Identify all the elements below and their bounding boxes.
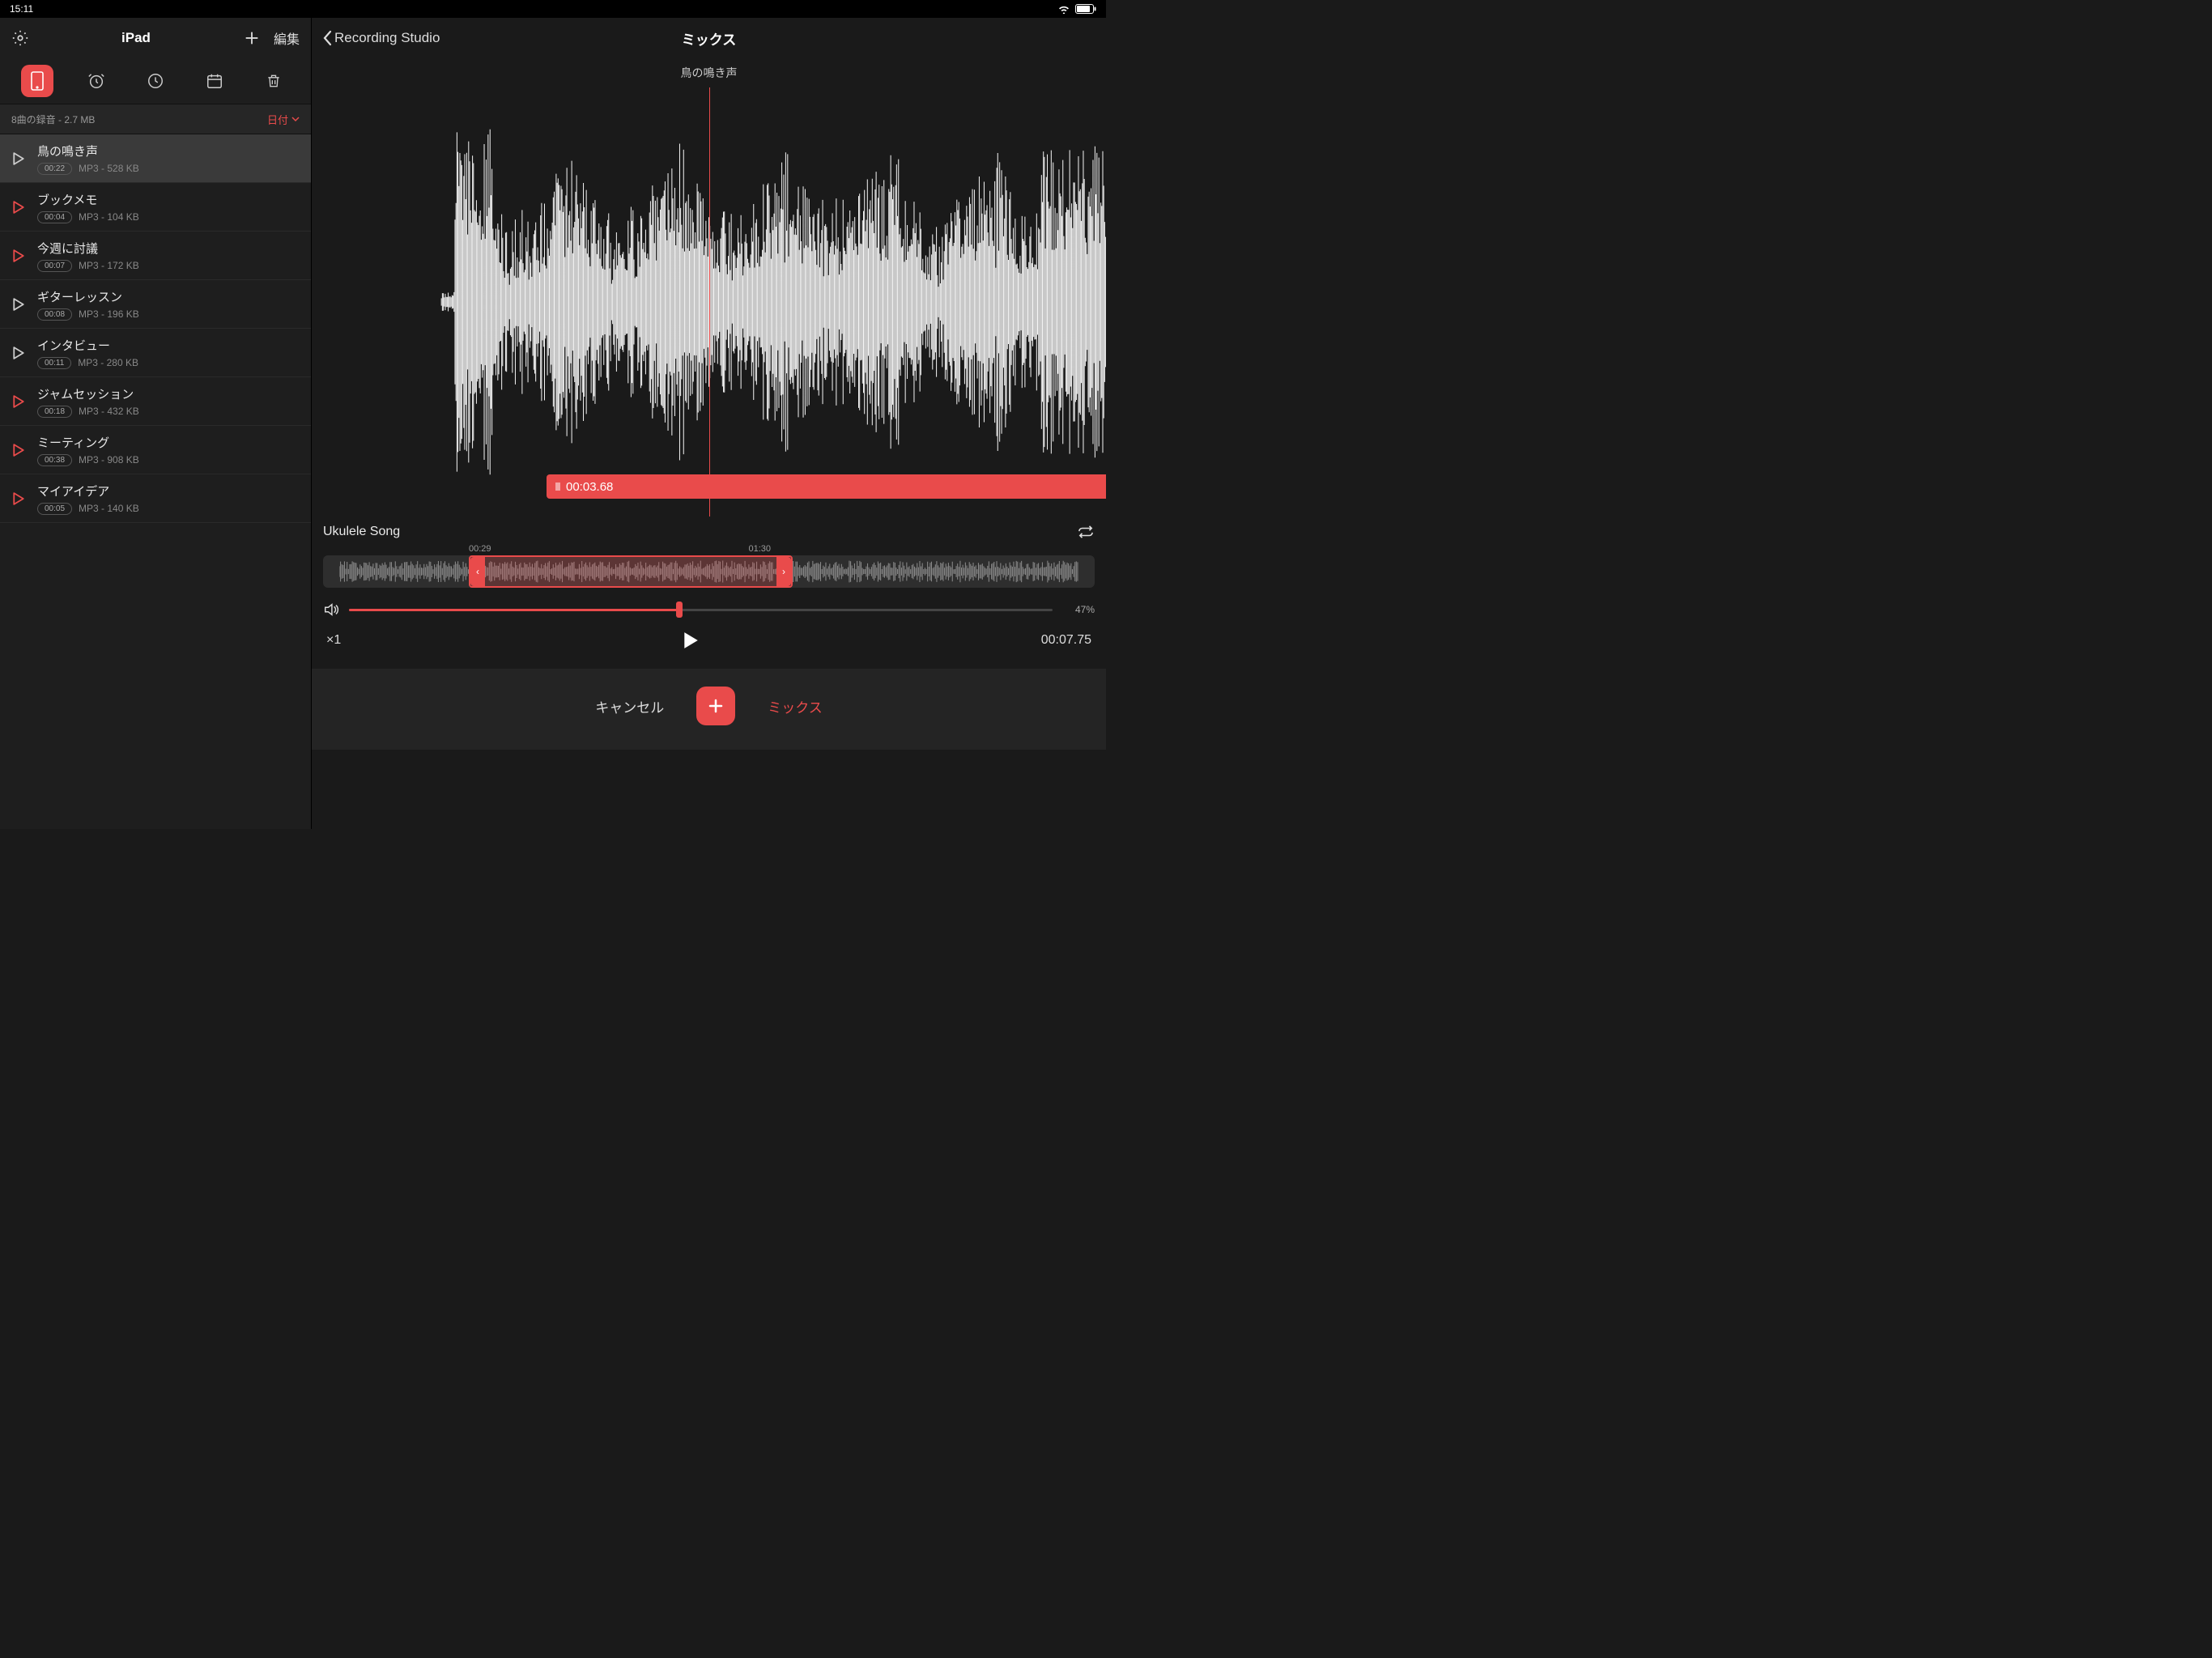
sidebar-title: iPad (29, 30, 243, 46)
play-icon[interactable] (11, 346, 26, 359)
time-badge[interactable]: 00:03.68 (547, 474, 1106, 499)
chevron-left-icon (321, 30, 333, 46)
recording-title: ブックメモ (37, 191, 139, 208)
volume-thumb[interactable] (676, 602, 683, 618)
list-item[interactable]: ギターレッスン 00:08 MP3 - 196 KB (0, 280, 311, 329)
play-icon[interactable] (11, 395, 26, 408)
mix-time-labels: 00:29 01:30 (323, 544, 1095, 554)
tab-history[interactable] (139, 65, 172, 97)
volume-row: 47% (323, 602, 1095, 617)
recording-duration: 00:07 (37, 260, 72, 272)
mix-start-time: 00:29 (469, 544, 491, 554)
loop-icon[interactable] (1077, 525, 1095, 539)
sort-dropdown[interactable]: 日付 (267, 112, 300, 127)
plus-icon (706, 696, 725, 716)
recording-meta: MP3 - 908 KB (79, 454, 139, 466)
tab-alarm[interactable] (80, 65, 113, 97)
play-icon[interactable] (11, 444, 26, 457)
action-bar: キャンセル ミックス (312, 669, 1106, 750)
recording-duration: 00:22 (37, 163, 72, 175)
tab-trash[interactable] (257, 65, 290, 97)
main-header: Recording Studio ミックス (312, 18, 1106, 58)
volume-fill (349, 609, 679, 611)
wifi-icon (1057, 4, 1070, 14)
volume-slider[interactable] (349, 609, 1053, 611)
tab-device[interactable] (21, 65, 53, 97)
main-panel: Recording Studio ミックス 鳥の鳴き声 00:03.68 Uku… (312, 18, 1106, 829)
list-item[interactable]: ブックメモ 00:04 MP3 - 104 KB (0, 183, 311, 232)
recording-meta: MP3 - 196 KB (79, 308, 139, 320)
list-item[interactable]: 鳥の鳴き声 00:22 MP3 - 528 KB (0, 134, 311, 183)
playback-speed[interactable]: ×1 (326, 633, 341, 648)
recording-duration: 00:38 (37, 454, 72, 466)
recording-meta: MP3 - 432 KB (79, 406, 139, 417)
add-button[interactable] (696, 687, 735, 725)
sidebar-info-row: 8曲の録音 - 2.7 MB 日付 (0, 104, 311, 134)
battery-icon (1075, 4, 1096, 14)
mix-track-name: Ukulele Song (323, 525, 400, 539)
recording-title: ギターレッスン (37, 288, 139, 305)
recording-title: 鳥の鳴き声 (37, 142, 139, 159)
waveform-section: 鳥の鳴き声 00:03.68 (312, 58, 1106, 517)
recording-title: ミーティング (37, 434, 139, 451)
list-item[interactable]: 今週に討議 00:07 MP3 - 172 KB (0, 232, 311, 280)
plus-icon[interactable] (243, 29, 261, 47)
mix-waveform[interactable]: ‹ › (323, 555, 1095, 588)
playback-row: ×1 00:07.75 (323, 631, 1095, 649)
play-icon[interactable] (11, 152, 26, 165)
status-time: 15:11 (10, 3, 33, 15)
play-icon[interactable] (11, 298, 26, 311)
play-icon[interactable] (683, 631, 699, 649)
status-bar: 15:11 (0, 0, 1106, 18)
recording-title: マイアイデア (37, 483, 139, 500)
back-button[interactable]: Recording Studio (321, 30, 440, 46)
playhead[interactable] (709, 87, 710, 517)
recording-meta: MP3 - 172 KB (79, 260, 139, 271)
mix-selection[interactable]: ‹ › (469, 555, 793, 588)
recording-title: 今週に討議 (37, 240, 139, 257)
volume-percent: 47% (1062, 604, 1095, 615)
recording-duration: 00:11 (37, 357, 71, 369)
recording-duration: 00:08 (37, 308, 72, 321)
list-item[interactable]: ミーティング 00:38 MP3 - 908 KB (0, 426, 311, 474)
recording-meta: MP3 - 280 KB (78, 357, 138, 368)
recording-meta: MP3 - 528 KB (79, 163, 139, 174)
recording-duration: 00:05 (37, 503, 72, 515)
list-item[interactable]: マイアイデア 00:05 MP3 - 140 KB (0, 474, 311, 523)
volume-icon[interactable] (323, 602, 339, 617)
playback-time: 00:07.75 (1041, 633, 1091, 648)
tab-calendar[interactable] (198, 65, 231, 97)
selection-handle-left[interactable]: ‹ (470, 557, 485, 586)
play-icon[interactable] (11, 249, 26, 262)
sidebar: iPad 編集 8曲の録音 - 2.7 MB (0, 18, 312, 829)
recording-title: ジャムセッション (37, 385, 139, 402)
mix-button[interactable]: ミックス (768, 696, 823, 716)
recording-duration: 00:18 (37, 406, 72, 418)
waveform-canvas[interactable]: 00:03.68 (312, 87, 1106, 517)
recording-list[interactable]: 鳥の鳴き声 00:22 MP3 - 528 KB ブックメモ 00:04 MP3… (0, 134, 311, 829)
page-title: ミックス (682, 28, 737, 49)
status-right (1057, 4, 1096, 14)
mix-section: Ukulele Song 00:29 01:30 ‹ › (312, 517, 1106, 649)
chevron-down-icon (291, 116, 300, 122)
cancel-button[interactable]: キャンセル (595, 696, 664, 716)
play-icon[interactable] (11, 492, 26, 505)
list-item[interactable]: インタビュー 00:11 MP3 - 280 KB (0, 329, 311, 377)
recording-title: インタビュー (37, 337, 138, 354)
sidebar-header: iPad 編集 (0, 18, 311, 58)
mix-end-time: 01:30 (748, 544, 771, 554)
recording-meta: MP3 - 140 KB (79, 503, 139, 514)
edit-button[interactable]: 編集 (274, 28, 300, 48)
recordings-summary: 8曲の録音 - 2.7 MB (11, 113, 95, 126)
waveform-title: 鳥の鳴き声 (312, 58, 1106, 87)
play-icon[interactable] (11, 201, 26, 214)
selection-handle-right[interactable]: › (776, 557, 791, 586)
recording-meta: MP3 - 104 KB (79, 211, 139, 223)
gear-icon[interactable] (11, 29, 29, 47)
sidebar-toolbar (0, 58, 311, 104)
grip-icon (555, 481, 561, 492)
list-item[interactable]: ジャムセッション 00:18 MP3 - 432 KB (0, 377, 311, 426)
recording-duration: 00:04 (37, 211, 72, 223)
